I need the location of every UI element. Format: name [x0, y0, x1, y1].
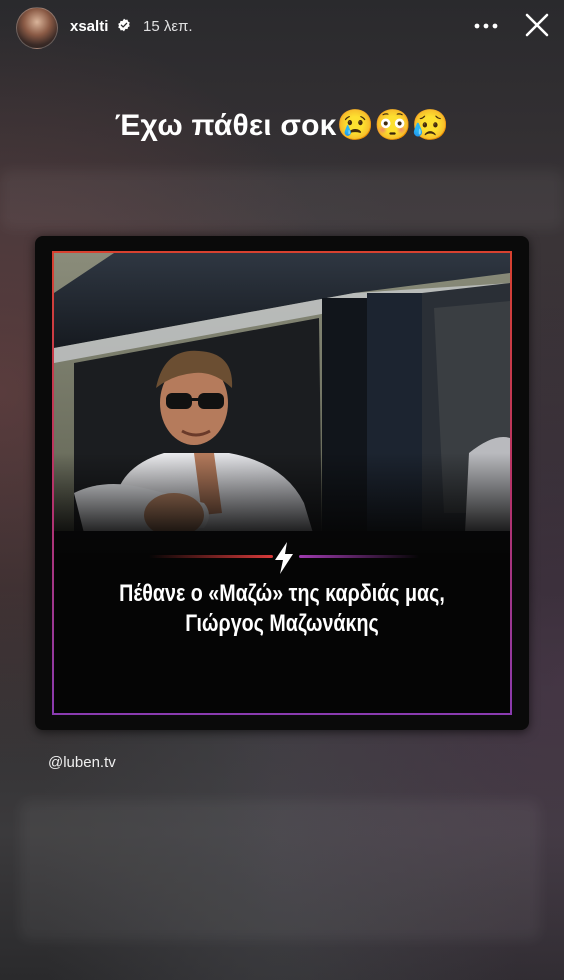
background-blur-bottom [20, 800, 540, 940]
divider-right [299, 555, 419, 558]
story-timestamp: 15 λεπ. [143, 18, 193, 35]
story-caption: Έχω πάθει σοκ😢😳😥 [114, 109, 450, 142]
divider-left [149, 555, 273, 558]
post-photo [54, 253, 510, 553]
close-icon[interactable] [522, 10, 552, 40]
shared-post-card[interactable]: Πέθανε ο «Μαζώ» της καρδιάς μας, Γιώργος… [35, 236, 529, 730]
username[interactable]: xsalti [70, 18, 108, 35]
lightning-bolt-icon [275, 542, 293, 574]
background-blur-top [0, 170, 564, 230]
verified-badge-icon [118, 18, 130, 32]
mention-sticker[interactable]: @luben.tv [48, 754, 116, 771]
more-horizontal-icon[interactable] [473, 16, 499, 36]
story-header: xsalti 15 λεπ. [0, 0, 564, 56]
photo-fade [54, 453, 510, 553]
headline-line-2: Γιώργος Μαζωνάκης [185, 610, 379, 637]
post-headline: Πέθανε ο «Μαζώ» της καρδιάς μας, Γιώργος… [95, 579, 469, 639]
post-frame: Πέθανε ο «Μαζώ» της καρδιάς μας, Γιώργος… [52, 251, 512, 715]
avatar[interactable] [16, 7, 58, 49]
headline-line-1: Πέθανε ο «Μαζώ» της καρδιάς μας, [119, 580, 445, 607]
